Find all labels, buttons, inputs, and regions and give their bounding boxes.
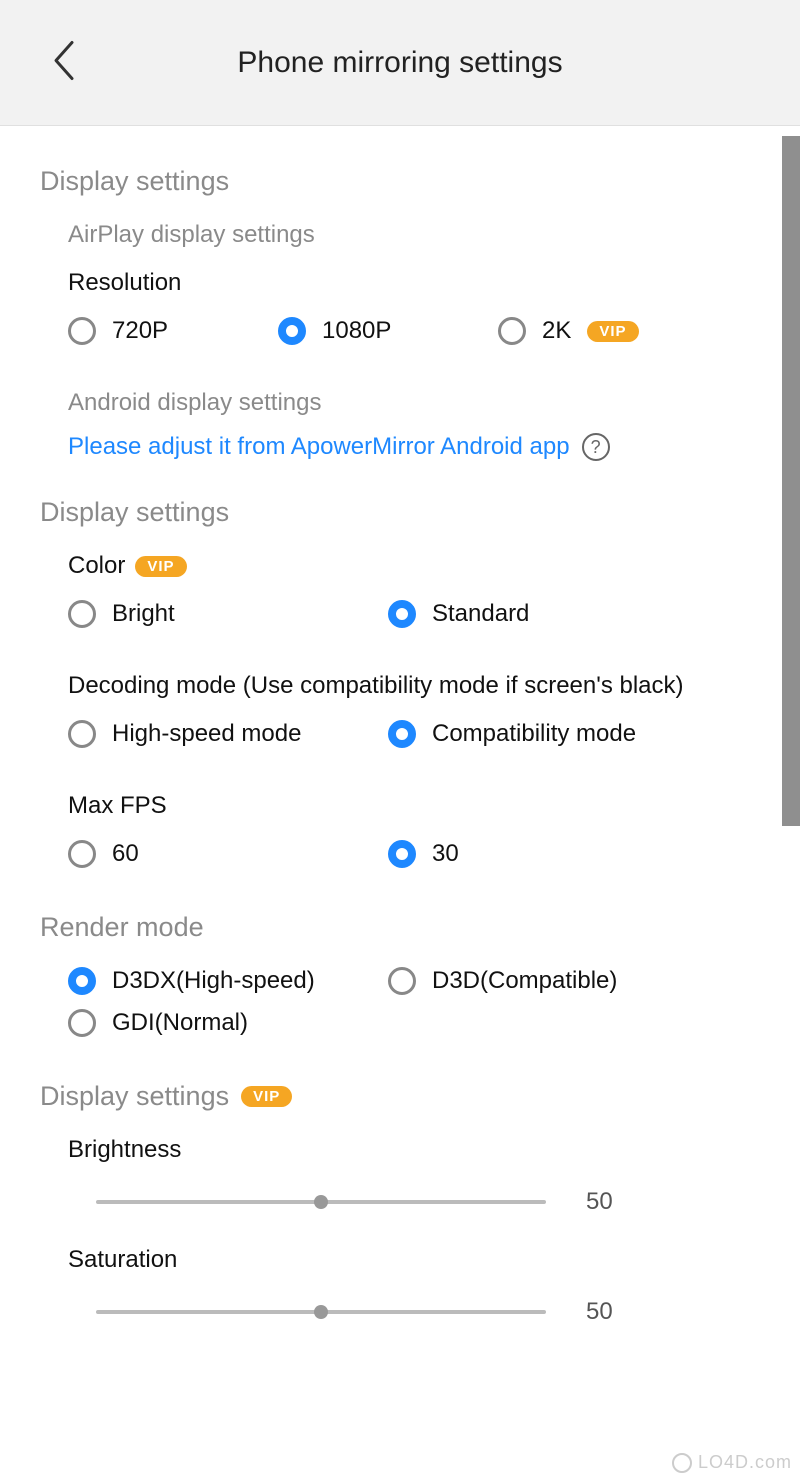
android-link[interactable]: Please adjust it from ApowerMirror Andro…: [68, 433, 570, 461]
radio-label: Compatibility mode: [432, 720, 636, 748]
brightness-label: Brightness: [68, 1136, 730, 1164]
saturation-slider-row: 50: [96, 1298, 730, 1326]
radio-compatibility[interactable]: Compatibility mode: [388, 720, 688, 748]
radio-label: 1080P: [322, 317, 391, 345]
saturation-slider[interactable]: [96, 1310, 546, 1314]
content: Display settings AirPlay display setting…: [0, 126, 770, 1396]
radio-icon-selected: [388, 840, 416, 868]
section-display-settings-1: Display settings: [40, 166, 730, 197]
scrollbar[interactable]: [782, 136, 800, 826]
color-options: Bright Standard: [68, 600, 730, 642]
radio-icon-selected: [388, 600, 416, 628]
radio-1080p[interactable]: 1080P: [278, 317, 478, 345]
brightness-block: Brightness 50: [68, 1136, 730, 1216]
brightness-slider-row: 50: [96, 1188, 730, 1216]
chevron-left-icon: [50, 38, 78, 82]
radio-icon: [68, 720, 96, 748]
radio-icon-selected: [278, 317, 306, 345]
section-display-settings-3: Display settings VIP: [40, 1081, 730, 1112]
header: Phone mirroring settings: [0, 0, 800, 126]
radio-label: GDI(Normal): [112, 1009, 248, 1037]
radio-label: 2K: [542, 317, 571, 345]
slider-thumb-icon: [314, 1195, 328, 1209]
radio-label: D3D(Compatible): [432, 967, 617, 995]
radio-icon: [68, 600, 96, 628]
slider-thumb-icon: [314, 1305, 328, 1319]
watermark: LO4D.com: [672, 1452, 792, 1473]
decoding-label: Decoding mode (Use compatibility mode if…: [68, 672, 730, 700]
resolution-options: 720P 1080P 2K VIP: [68, 317, 730, 359]
resolution-label: Resolution: [68, 269, 730, 297]
radio-label: Standard: [432, 600, 529, 628]
section-display-settings-2: Display settings: [40, 497, 730, 528]
vip-badge: VIP: [241, 1086, 292, 1107]
page-title: Phone mirroring settings: [0, 46, 800, 80]
fps-label: Max FPS: [68, 792, 730, 820]
help-icon[interactable]: ?: [582, 433, 610, 461]
radio-label: 60: [112, 840, 139, 868]
radio-d3dx[interactable]: D3DX(High-speed): [68, 967, 368, 995]
section-display-settings-3-text: Display settings: [40, 1081, 229, 1112]
radio-fps-60[interactable]: 60: [68, 840, 368, 868]
radio-gdi[interactable]: GDI(Normal): [68, 1009, 368, 1037]
radio-bright[interactable]: Bright: [68, 600, 368, 628]
radio-label: D3DX(High-speed): [112, 967, 315, 995]
radio-icon-selected: [68, 967, 96, 995]
android-subtitle: Android display settings: [68, 389, 730, 417]
watermark-icon: [672, 1453, 692, 1473]
brightness-slider[interactable]: [96, 1200, 546, 1204]
scroll-area: Display settings AirPlay display setting…: [0, 126, 800, 1479]
section-render-mode: Render mode: [40, 912, 730, 943]
saturation-value: 50: [586, 1298, 636, 1326]
back-button[interactable]: [50, 38, 78, 87]
radio-icon: [498, 317, 526, 345]
radio-720p[interactable]: 720P: [68, 317, 258, 345]
radio-standard[interactable]: Standard: [388, 600, 688, 628]
radio-label: Bright: [112, 600, 175, 628]
decoding-options: High-speed mode Compatibility mode: [68, 720, 730, 762]
radio-fps-30[interactable]: 30: [388, 840, 688, 868]
radio-icon: [68, 317, 96, 345]
radio-2k[interactable]: 2K VIP: [498, 317, 639, 345]
color-label-text: Color: [68, 552, 125, 580]
radio-highspeed[interactable]: High-speed mode: [68, 720, 368, 748]
radio-icon-selected: [388, 720, 416, 748]
radio-icon: [68, 1009, 96, 1037]
fps-options: 60 30: [68, 840, 730, 882]
radio-label: 720P: [112, 317, 168, 345]
watermark-text: LO4D.com: [698, 1452, 792, 1473]
radio-d3d[interactable]: D3D(Compatible): [388, 967, 688, 995]
brightness-value: 50: [586, 1188, 636, 1216]
radio-label: 30: [432, 840, 459, 868]
saturation-label: Saturation: [68, 1246, 730, 1274]
vip-badge: VIP: [587, 321, 638, 342]
android-link-row: Please adjust it from ApowerMirror Andro…: [68, 433, 730, 461]
render-options: D3DX(High-speed) D3D(Compatible) GDI(Nor…: [68, 967, 730, 1051]
radio-icon: [388, 967, 416, 995]
airplay-subtitle: AirPlay display settings: [68, 221, 730, 249]
radio-label: High-speed mode: [112, 720, 301, 748]
color-label: Color VIP: [68, 552, 730, 580]
radio-icon: [68, 840, 96, 868]
vip-badge: VIP: [135, 556, 186, 577]
saturation-block: Saturation 50: [68, 1246, 730, 1326]
